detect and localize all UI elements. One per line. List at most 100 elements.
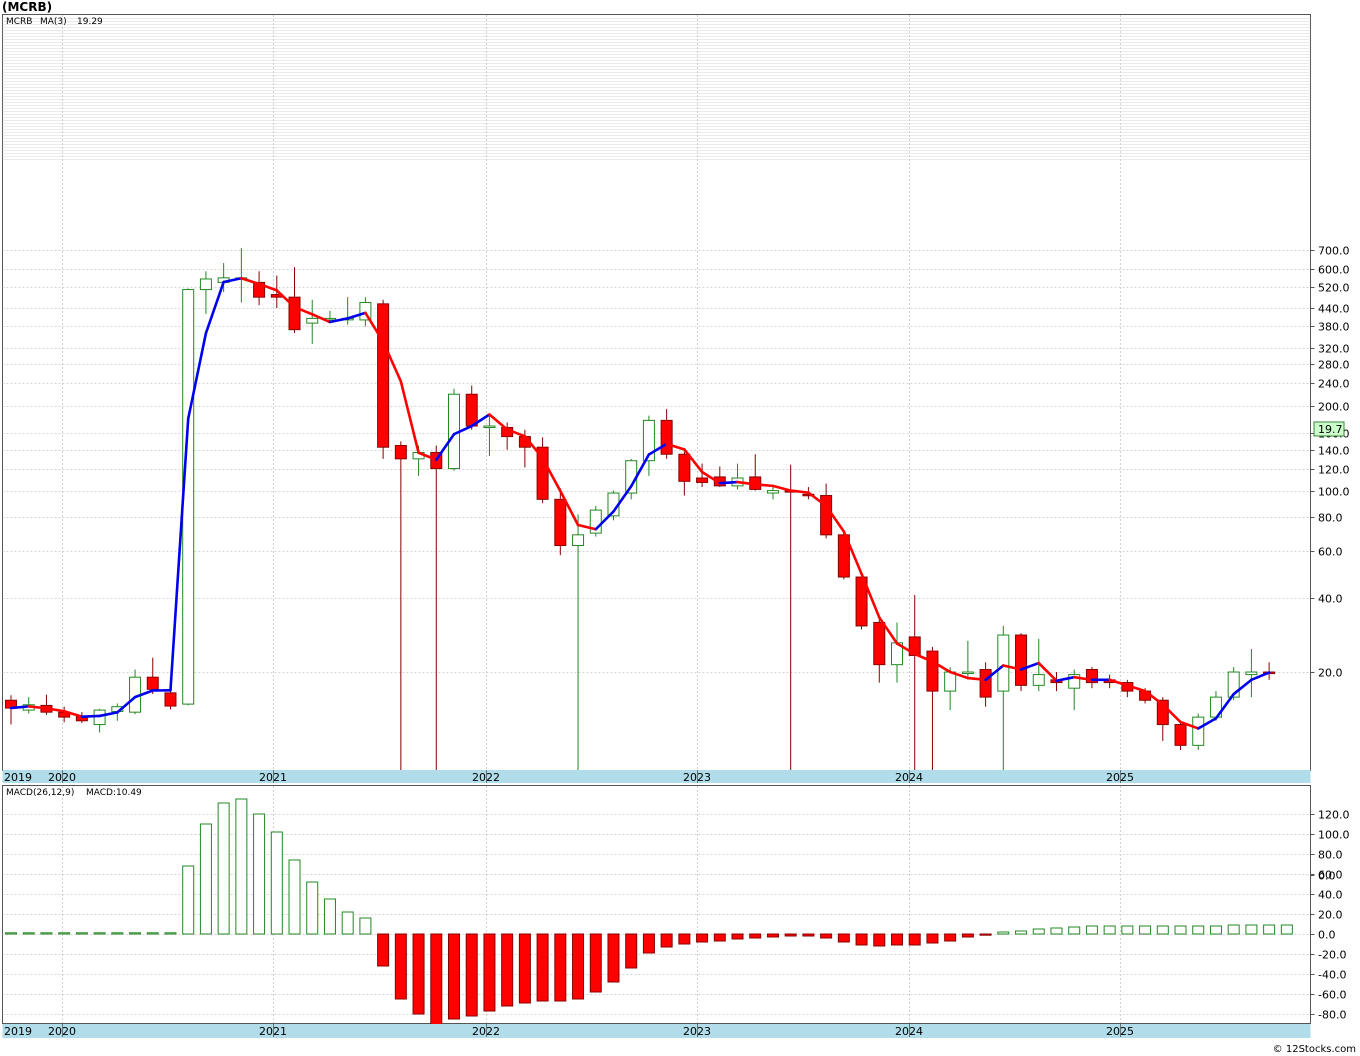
macd-bar — [589, 933, 602, 993]
macd-bar — [642, 933, 655, 954]
chart-title: (MCRB) — [2, 0, 52, 14]
macd-bar — [430, 933, 443, 1027]
candle-body — [660, 419, 673, 455]
macd-bar — [660, 933, 673, 948]
macd-y-tick-label: 80.0 — [1318, 849, 1343, 862]
macd-bar — [891, 933, 903, 946]
macd-bar — [146, 932, 159, 935]
macd-bar — [766, 933, 779, 938]
macd-bar — [855, 933, 868, 946]
candle-body — [1032, 674, 1045, 686]
price-panel — [2, 14, 1311, 771]
candle-body — [146, 676, 159, 690]
candle-body — [997, 634, 1010, 692]
macd-bar — [217, 802, 230, 935]
footer-watermark: © 12Stocks.com — [1273, 1044, 1356, 1055]
x-tick-label: 2020 — [48, 771, 76, 784]
macd-bar — [377, 933, 390, 967]
price-y-tick-label: 100.0 — [1318, 486, 1350, 499]
macd-bar — [678, 933, 691, 945]
candle-body — [465, 393, 478, 427]
candle — [1192, 713, 1205, 750]
macd-bar — [1280, 924, 1293, 935]
price-y-tick-label: 520.0 — [1318, 282, 1350, 295]
price-legend-ma-value: 19.29 — [77, 17, 103, 27]
macd-bar — [572, 933, 585, 1000]
macd-bar — [518, 933, 531, 1004]
macd-bar — [696, 933, 709, 943]
macd-bar — [979, 933, 992, 936]
macd-legend-value: MACD:10.49 — [86, 788, 142, 798]
macd-panel — [2, 785, 1311, 1024]
candle-body — [306, 317, 319, 324]
macd-bar — [1209, 925, 1222, 935]
candle-body — [944, 671, 957, 692]
candle-body — [1192, 716, 1205, 746]
price-y-tick-label: 200.0 — [1318, 401, 1350, 414]
macd-bar — [607, 933, 620, 983]
macd-bar — [235, 798, 248, 935]
macd-bar — [5, 932, 17, 935]
candle-body — [696, 477, 709, 483]
macd-bar — [997, 931, 1010, 935]
price-y-tick-label: 40.0 — [1318, 593, 1343, 606]
last-price-text: 19.7 — [1318, 423, 1343, 436]
price-y-tick-label: 20.0 — [1318, 667, 1343, 680]
candle-body — [979, 669, 992, 698]
macd-bar — [1139, 925, 1152, 935]
macd-bar — [1032, 928, 1045, 935]
macd-bar — [625, 933, 638, 969]
candle-body — [394, 445, 407, 460]
candle-body — [820, 495, 833, 536]
macd-bar — [164, 932, 177, 935]
macd-bar — [731, 933, 744, 940]
macd-bar — [802, 933, 815, 937]
price-legend-ma-label: MA(3) — [40, 17, 67, 27]
macd-bar — [270, 831, 283, 935]
ma-segment — [718, 480, 739, 485]
price-y-tick-label: 440.0 — [1318, 303, 1350, 316]
candle-body — [1245, 671, 1258, 676]
x-tick-label: 2023 — [683, 1025, 711, 1038]
macd-bar — [93, 932, 106, 935]
macd-bar — [253, 813, 266, 935]
candle — [536, 437, 549, 504]
macd-bar — [501, 933, 514, 1007]
x-tick-label: 2023 — [683, 771, 711, 784]
x-tick-label: 2021 — [259, 1025, 287, 1038]
macd-legend-label: MACD(26,12,9) — [6, 788, 74, 798]
price-y-tick-label: 80.0 — [1318, 512, 1343, 525]
x-tick-label: 2020 — [48, 1025, 76, 1038]
candle — [1015, 633, 1028, 692]
macd-bar — [22, 932, 35, 935]
macd-bar — [199, 823, 212, 935]
macd-bar — [961, 933, 974, 938]
macd-bar — [483, 933, 496, 1012]
candle — [377, 299, 390, 459]
price-y-tick-label: 700.0 — [1318, 245, 1350, 258]
macd-bar — [944, 933, 957, 942]
price-y-tick-label: 60.0 — [1318, 546, 1343, 559]
macd-y-tick-label: 120.0 — [1318, 809, 1350, 822]
candle-body — [377, 303, 390, 448]
macd-bar — [1050, 927, 1063, 935]
price-y-tick-label: 240.0 — [1318, 378, 1350, 391]
macd-bar — [784, 933, 797, 937]
macd-bar — [1227, 924, 1240, 935]
macd-y-tick-label: -20.0 — [1318, 949, 1346, 962]
macd-bar — [1156, 925, 1169, 935]
candle — [1174, 720, 1187, 750]
x-tick-label: 2019 — [4, 771, 32, 784]
candle-body — [961, 671, 974, 675]
macd-bar — [306, 881, 319, 935]
ma-segment — [753, 483, 775, 488]
macd-y-tick-label: 60.0 — [1318, 869, 1343, 882]
x-tick-label: 2021 — [259, 771, 287, 784]
macd-bar — [412, 933, 425, 1015]
candle-body — [483, 425, 496, 429]
price-y-tick-label: 120.0 — [1318, 464, 1350, 477]
macd-bar — [359, 917, 372, 935]
candle-body — [572, 534, 585, 547]
macd-bar — [908, 933, 921, 946]
candle — [448, 388, 460, 471]
